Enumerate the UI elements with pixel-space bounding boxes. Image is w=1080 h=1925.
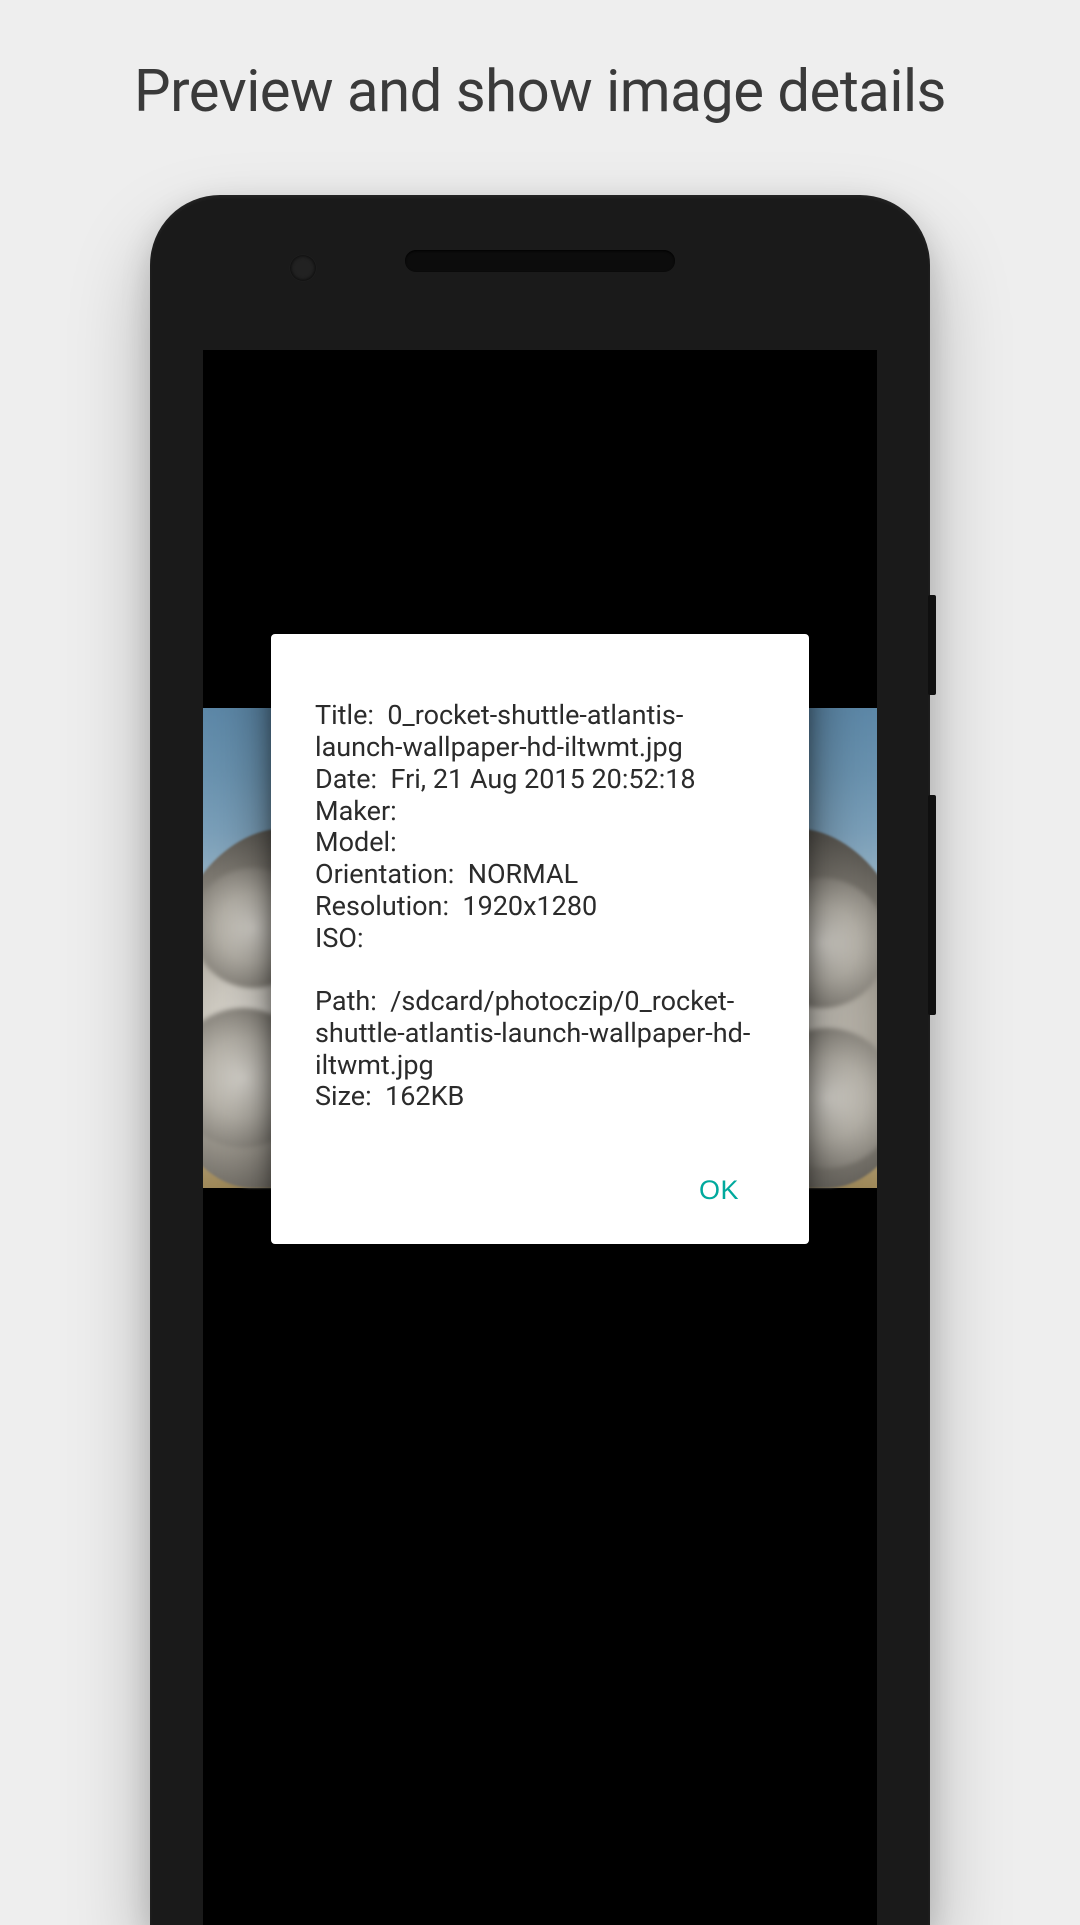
detail-row-title: Title: 0_rocket-shuttle-atlantis-launch-…: [315, 700, 765, 764]
label-title: Title:: [315, 699, 374, 731]
detail-row-resolution: Resolution: 1920x1280: [315, 891, 765, 923]
speaker-icon: [405, 250, 675, 272]
camera-icon: [290, 255, 316, 281]
value-path: /sdcard/photoczip/0_rocket-shuttle-atlan…: [315, 985, 750, 1081]
value-orientation: NORMAL: [468, 858, 578, 890]
phone-volume-button-icon: [928, 795, 936, 1015]
ok-button[interactable]: OK: [695, 1167, 743, 1214]
label-orientation: Orientation:: [315, 858, 454, 890]
value-resolution: 1920x1280: [462, 890, 597, 922]
dialog-content: Title: 0_rocket-shuttle-atlantis-launch-…: [315, 700, 765, 1113]
phone-mockup: Title: 0_rocket-shuttle-atlantis-launch-…: [150, 195, 930, 1925]
label-maker: Maker:: [315, 795, 397, 827]
page-title: Preview and show image details: [0, 0, 1080, 126]
detail-row-date: Date: Fri, 21 Aug 2015 20:52:18: [315, 764, 765, 796]
spacer: [315, 955, 765, 986]
detail-row-iso: ISO:: [315, 923, 765, 955]
value-date: Fri, 21 Aug 2015 20:52:18: [391, 763, 696, 795]
phone-screen: Title: 0_rocket-shuttle-atlantis-launch-…: [203, 350, 877, 1925]
detail-row-path: Path: /sdcard/photoczip/0_rocket-shuttle…: [315, 986, 765, 1082]
phone-body: Title: 0_rocket-shuttle-atlantis-launch-…: [150, 195, 930, 1925]
detail-row-model: Model:: [315, 827, 765, 859]
phone-top-bezel: [150, 195, 930, 350]
dialog-actions: OK: [315, 1167, 765, 1222]
label-date: Date:: [315, 763, 377, 795]
label-path: Path:: [315, 985, 377, 1017]
image-details-dialog: Title: 0_rocket-shuttle-atlantis-launch-…: [271, 634, 809, 1244]
label-size: Size:: [315, 1080, 372, 1112]
detail-row-size: Size: 162KB: [315, 1081, 765, 1113]
label-model: Model:: [315, 826, 397, 858]
label-iso: ISO:: [315, 922, 364, 954]
value-size: 162KB: [385, 1080, 464, 1112]
label-resolution: Resolution:: [315, 890, 449, 922]
detail-row-maker: Maker:: [315, 796, 765, 828]
phone-power-button-icon: [928, 595, 936, 695]
detail-row-orientation: Orientation: NORMAL: [315, 859, 765, 891]
